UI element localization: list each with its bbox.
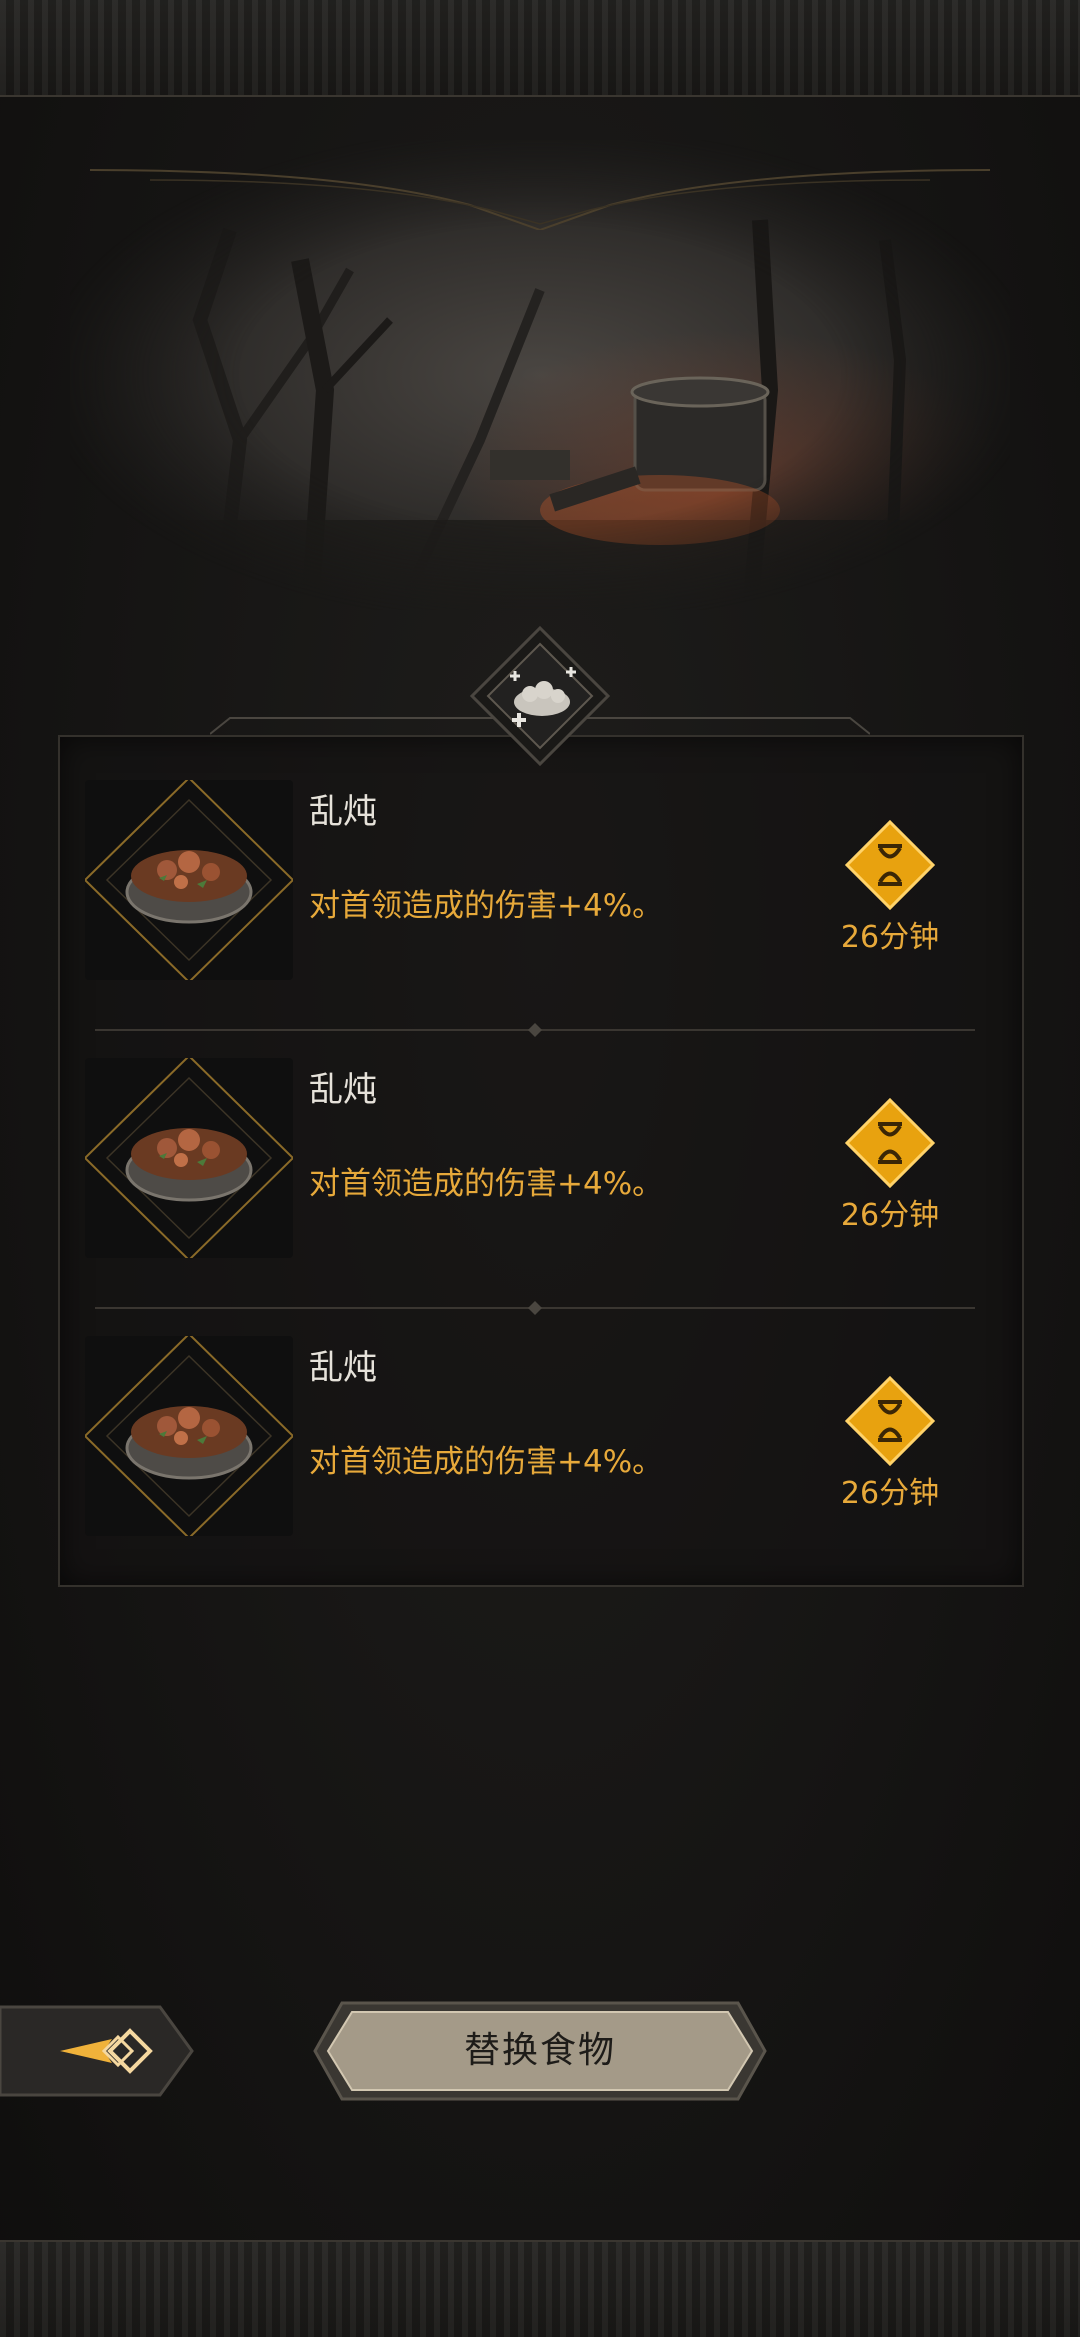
food-thumbnail	[85, 1336, 293, 1536]
replace-food-label: 替换食物	[463, 2030, 616, 2071]
row-divider	[95, 1301, 975, 1315]
food-list-item[interactable]: 乱炖 对首领造成的伤害+4%。 26分钟	[85, 1336, 985, 1536]
food-emblem-icon	[470, 626, 610, 766]
food-effect: 对首领造成的伤害+4%。	[309, 888, 664, 924]
food-effect: 对首领造成的伤害+4%。	[309, 1444, 664, 1480]
food-list-item[interactable]: 乱炖 对首领造成的伤害+4%。 26分钟	[85, 1058, 985, 1258]
food-thumbnail	[85, 780, 293, 980]
duration-text: 26分钟	[840, 1476, 940, 1511]
back-button[interactable]	[0, 2003, 195, 2099]
hourglass-icon	[845, 1376, 935, 1466]
top-arch-ornament	[90, 169, 990, 230]
bottom-ornament-border	[0, 2240, 1080, 2337]
food-list-item[interactable]: 乱炖 对首领造成的伤害+4%。 26分钟	[85, 780, 985, 980]
duration-text: 26分钟	[840, 1198, 940, 1233]
duration-text: 26分钟	[840, 920, 940, 955]
hourglass-icon	[845, 820, 935, 910]
food-name: 乱炖	[309, 1348, 377, 1388]
row-divider	[95, 1023, 975, 1037]
food-thumbnail	[85, 1058, 293, 1258]
top-ornament-border	[0, 0, 1080, 97]
food-effect: 对首领造成的伤害+4%。	[309, 1166, 664, 1202]
stew-bowl-icon	[85, 1058, 293, 1258]
food-name: 乱炖	[309, 792, 377, 832]
hourglass-icon	[845, 1098, 935, 1188]
food-name: 乱炖	[309, 1070, 377, 1110]
replace-food-button[interactable]: 替换食物	[312, 2000, 768, 2102]
stew-bowl-icon	[85, 1336, 293, 1536]
stew-bowl-icon	[85, 780, 293, 980]
screen: 乱炖 对首领造成的伤害+4%。 26分钟 乱炖 对首领造成的伤害+4%。 26分…	[0, 0, 1080, 2337]
